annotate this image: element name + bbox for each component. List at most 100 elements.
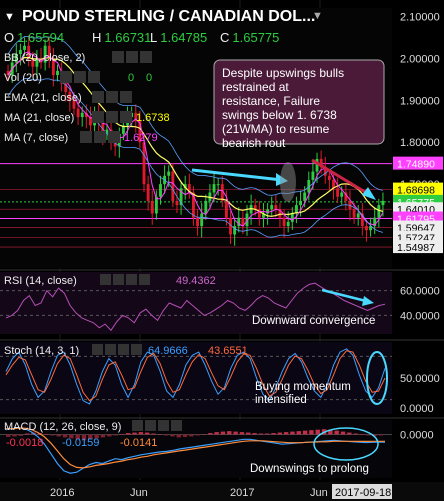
- x-tick-1: Jun: [130, 487, 148, 499]
- macd-hist-bar-18: [119, 434, 125, 435]
- stochastic-annotation-line-1: intensified: [255, 394, 307, 406]
- macd-tick-0: 0.0000: [400, 430, 434, 442]
- candle-72: [303, 192, 307, 201]
- macd-hist-bar-36: [233, 431, 238, 435]
- rsi-pane: RSI (14, close) 49.4362 Downward convergen…: [0, 269, 444, 334]
- low-label: L: [150, 30, 157, 45]
- indicator-value-3: 1.6738: [136, 112, 170, 124]
- x-tick-2: 2017: [230, 487, 254, 499]
- indicator-value-1-1: 0: [146, 72, 152, 84]
- stochastic-pane: Stoch (14, 3, 1) 64.9666 43.6551 Buying mom…: [0, 339, 444, 415]
- macd-hist-bar-26: [170, 434, 175, 437]
- close-icon[interactable]: [108, 131, 120, 143]
- gear-icon[interactable]: [80, 131, 92, 143]
- macd-close-icon[interactable]: [171, 420, 182, 431]
- macd-hist-bar-39: [252, 433, 257, 435]
- chart-header: POUND STERLING / CANADIAN DOL... ▼ ▼: [4, 8, 323, 25]
- macd-hist-bar-33: [214, 432, 219, 435]
- current-date-label: 2017-09-18: [335, 487, 391, 499]
- svg-text:H1.66731: H 1.66731: [92, 30, 151, 45]
- close-icon[interactable]: [88, 71, 100, 83]
- rsi-tick-0: 60.0000: [400, 286, 440, 298]
- x-tick-0: 2016: [50, 487, 74, 499]
- svg-text:O1.65594: O 1.65594: [4, 30, 64, 45]
- rsi-add-icon[interactable]: [126, 274, 137, 285]
- macd-hist-bar-32: [208, 433, 213, 435]
- gear-icon[interactable]: [60, 71, 72, 83]
- macd-value-1: -0.0159: [62, 437, 99, 449]
- macd-eye-icon[interactable]: [145, 420, 156, 431]
- annotation-box: Despite upswings bulls restrained at resis…: [213, 59, 385, 150]
- stochastic-add-icon[interactable]: [118, 344, 129, 355]
- stochastic-eye-icon[interactable]: [105, 344, 116, 355]
- rsi-eye-icon[interactable]: [113, 274, 124, 285]
- candle-53: [224, 200, 228, 218]
- candle-90: [377, 205, 381, 218]
- macd-hist-bar-38: [246, 432, 251, 435]
- annotation-line-5: bearish rout: [222, 136, 286, 150]
- rsi-close-icon[interactable]: [139, 274, 150, 285]
- candle-17: [76, 108, 80, 118]
- stochastic-gear-icon[interactable]: [92, 344, 103, 355]
- open-value: 1.65594: [17, 30, 64, 45]
- macd-hist-bar-15: [100, 434, 106, 438]
- rsi-annotation: Downward convergence: [252, 315, 375, 327]
- macd-add-icon[interactable]: [158, 420, 169, 431]
- price-level-label-7: 1.54987: [397, 242, 435, 254]
- eye-icon[interactable]: [106, 91, 118, 103]
- annotation-line-1: restrained at: [222, 80, 289, 94]
- macd-hist-bar-24: [157, 434, 163, 435]
- gear-icon[interactable]: [92, 111, 104, 123]
- macd-gear-icon[interactable]: [132, 420, 143, 431]
- macd-hist-bar-25: [163, 434, 169, 436]
- chevron-down-icon[interactable]: ▼: [4, 11, 15, 23]
- candle-84: [352, 209, 356, 218]
- close-label: C: [220, 30, 229, 45]
- stochastic-value-1: 43.6551: [208, 345, 248, 357]
- candle-91: [381, 200, 385, 206]
- annotation-line-2: resistance, Failure: [222, 94, 320, 108]
- macd-hist-bar-3: [24, 433, 30, 435]
- macd-hist-bar-20: [132, 432, 137, 435]
- macd-hist-bar-2: [18, 434, 24, 436]
- candle-74: [311, 171, 315, 180]
- close-icon[interactable]: [140, 51, 152, 63]
- candle-37: [159, 184, 162, 197]
- candle-65: [274, 205, 278, 210]
- candle-64: [270, 205, 274, 210]
- price-tick-3: 1.80000: [400, 137, 440, 149]
- macd-hist-bar-6: [43, 434, 49, 435]
- price-level-label-1: 1.68698: [397, 185, 435, 197]
- x-tick-3: Jun: [310, 487, 328, 499]
- eye-icon[interactable]: [126, 51, 138, 63]
- eye-icon[interactable]: [74, 71, 86, 83]
- stochastic-close-icon[interactable]: [131, 344, 142, 355]
- high-value: 1.66731: [104, 30, 151, 45]
- eye-icon[interactable]: [106, 111, 118, 123]
- close-icon[interactable]: [120, 91, 132, 103]
- chevron-down-icon-2[interactable]: ▼: [312, 10, 323, 22]
- macd-hist-bar-42: [271, 433, 276, 435]
- candle-67: [282, 217, 286, 227]
- rsi-value: 49.4362: [176, 275, 216, 287]
- candle-85: [356, 213, 360, 218]
- macd-hist-bar-45: [290, 431, 295, 435]
- macd-value-2: -0.0141: [120, 437, 157, 449]
- annotation-line-4: (21WMA) to resume: [222, 122, 330, 136]
- eye-icon[interactable]: [94, 131, 106, 143]
- gear-icon[interactable]: [112, 51, 124, 63]
- macd-hist-bar-29: [189, 434, 194, 437]
- macd-hist-bar-35: [227, 431, 232, 435]
- macd-hist-bar-52: [334, 430, 339, 435]
- macd-hist-bar-22: [144, 432, 150, 435]
- indicator-label-0: BB (20, close, 2): [4, 52, 85, 64]
- price-level-label-0: 1.74890: [397, 159, 435, 171]
- macd-annotation: Downswings to prolong: [250, 463, 369, 475]
- macd-hist-bar-57: [366, 434, 371, 436]
- rsi-gear-icon[interactable]: [100, 274, 111, 285]
- gear-icon[interactable]: [92, 91, 104, 103]
- stochastic-value-0: 64.9666: [148, 345, 188, 357]
- macd-hist-bar-44: [283, 432, 289, 435]
- close-icon[interactable]: [120, 111, 132, 123]
- indicator-value-4: 1.6279: [124, 132, 158, 144]
